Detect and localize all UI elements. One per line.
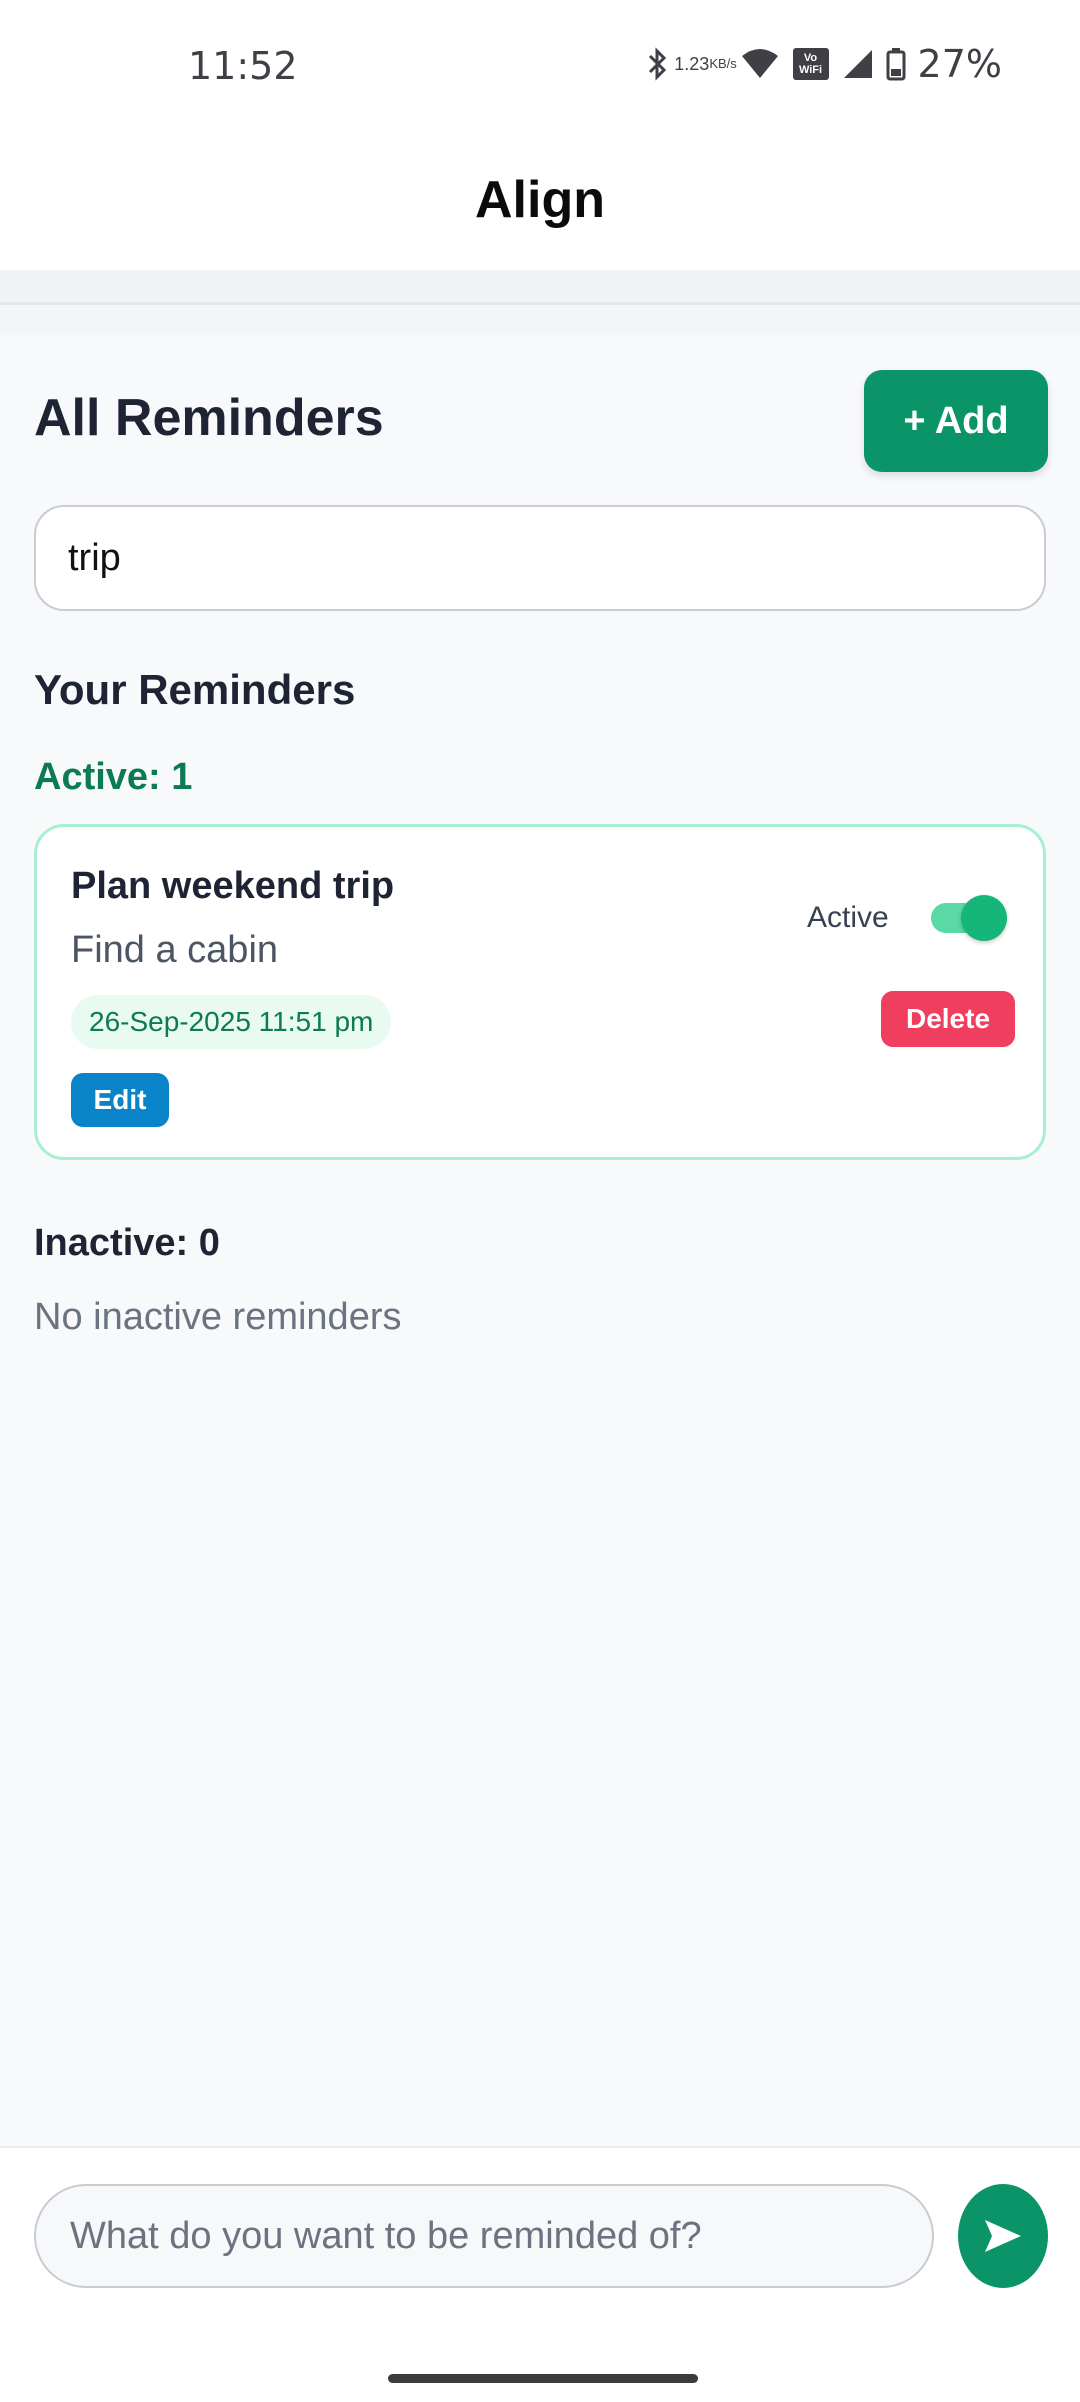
status-bar: 11:52 1.23 KB/s Vo WiFi 27% <box>0 0 1080 130</box>
bluetooth-icon <box>644 47 672 81</box>
active-toggle-thumb <box>961 895 1007 941</box>
active-toggle[interactable] <box>931 895 1007 941</box>
app-bar: Align <box>0 130 1080 270</box>
app-title: Align <box>475 171 605 229</box>
reminder-datetime-chip: 26-Sep-2025 11:51 pm <box>71 995 392 1049</box>
header-divider-band-lower <box>0 305 1080 335</box>
reminder-card: Plan weekend trip Find a cabin 26-Sep-20… <box>34 824 1046 1160</box>
delete-button[interactable]: Delete <box>881 991 1015 1047</box>
reminder-compose-input[interactable]: What do you want to be reminded of? <box>34 2184 934 2288</box>
network-speed-unit: KB/s <box>709 56 737 71</box>
volte-label-bottom: WiFi <box>798 64 823 76</box>
send-button[interactable] <box>958 2184 1048 2288</box>
home-indicator[interactable] <box>388 2374 698 2383</box>
add-button[interactable]: + Add <box>864 370 1048 472</box>
network-speed: 1.23 KB/s <box>674 55 737 73</box>
reminder-description: Find a cabin <box>71 929 279 971</box>
compose-placeholder: What do you want to be reminded of? <box>70 2214 702 2257</box>
reminder-title: Plan weekend trip <box>71 865 395 907</box>
network-speed-value: 1.23 <box>674 54 710 74</box>
no-inactive-message: No inactive reminders <box>34 1296 402 1338</box>
search-input-value: trip <box>68 536 121 579</box>
battery-icon <box>886 47 906 81</box>
send-icon <box>985 2220 1021 2252</box>
volte-wifi-icon: Vo WiFi <box>792 47 830 81</box>
page-title: All Reminders <box>34 389 384 447</box>
search-input[interactable]: trip <box>34 505 1046 611</box>
signal-icon <box>842 48 874 80</box>
edit-button[interactable]: Edit <box>71 1073 169 1127</box>
volte-label-top: Vo <box>803 52 818 64</box>
status-icons: 1.23 KB/s Vo WiFi 27% <box>644 42 1002 86</box>
status-time: 11:52 <box>188 44 298 88</box>
composer-bar: What do you want to be reminded of? <box>0 2146 1080 2402</box>
active-count: Active: 1 <box>34 756 193 798</box>
reminder-status-label: Active <box>807 901 889 934</box>
battery-percent: 27% <box>917 42 1002 86</box>
reminders-section-title: Your Reminders <box>34 666 356 713</box>
wifi-icon <box>740 48 780 80</box>
inactive-count: Inactive: 0 <box>34 1222 220 1264</box>
header-divider-band <box>0 270 1080 302</box>
